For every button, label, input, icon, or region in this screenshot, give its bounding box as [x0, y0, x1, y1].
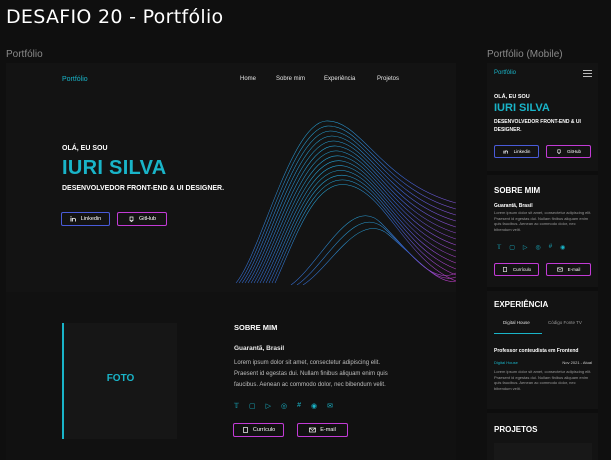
- linkedin-button-label: Linkedin: [80, 216, 102, 222]
- mobile-frame: Portfólio OLÁ, EU SOU IURI SILVA DESENVO…: [487, 63, 598, 460]
- hero-role: DESENVOLVEDOR FRONT-END & UI DESIGNER.: [62, 185, 225, 192]
- about-title: SOBRE MIM: [234, 323, 278, 332]
- globe-icon[interactable]: ◉: [560, 244, 565, 251]
- job-title: Professor conteudista em Frontend: [494, 348, 579, 354]
- mail-small-icon[interactable]: ✉: [327, 402, 333, 410]
- twitch-icon[interactable]: ▢: [509, 244, 515, 251]
- github-icon: [556, 149, 563, 155]
- mobile-github-button[interactable]: GitHub: [546, 145, 591, 158]
- mobile-social-links: 𝕋 ▢ ▷ ◎ # ◉: [497, 244, 565, 251]
- mail-icon: [557, 267, 564, 273]
- desktop-frame: Portfólio Home Sobre mim Experiência Pro…: [6, 63, 456, 460]
- youtube-icon[interactable]: ▷: [523, 244, 528, 251]
- mobile-hero-role: DESENVOLVEDOR FRONT-END & UI DESIGNER.: [494, 119, 581, 133]
- mobile-about-title: SOBRE MIM: [494, 186, 541, 195]
- mobile-linkedin-button[interactable]: Linkedin: [494, 145, 539, 158]
- active-tab-indicator: [494, 333, 542, 334]
- github-button[interactable]: GitHub: [117, 212, 167, 226]
- job-date: Nov 2021 - Atual: [562, 360, 592, 365]
- mobile-experience-title: EXPERIÊNCIA: [494, 300, 549, 309]
- photo-placeholder: FOTO: [62, 323, 177, 439]
- document-icon: [242, 427, 249, 433]
- github-button-label: GitHub: [138, 216, 157, 222]
- about-location: Guarantã, Brasil: [234, 345, 285, 352]
- mobile-hero-greeting: OLÁ, EU SOU: [494, 94, 530, 100]
- globe-icon[interactable]: ◉: [311, 402, 317, 410]
- discord-icon[interactable]: ◎: [281, 402, 287, 410]
- desktop-frame-label: Portfólio: [6, 49, 43, 60]
- mobile-nav-logo[interactable]: Portfólio: [494, 70, 516, 76]
- page-title: DESAFIO 20 - Portfólio: [6, 6, 224, 28]
- nav-link-experience[interactable]: Experiência: [324, 76, 355, 82]
- mobile-email-label: E-mail: [567, 267, 581, 272]
- tab-digital-house[interactable]: Digital House: [503, 320, 530, 325]
- twitter-icon[interactable]: 𝕋: [234, 402, 239, 410]
- youtube-icon[interactable]: ▷: [266, 402, 271, 410]
- github-icon: [128, 216, 135, 222]
- divider: [487, 171, 598, 175]
- nav-link-about[interactable]: Sobre mim: [276, 76, 305, 82]
- nav-link-projects[interactable]: Projetos: [377, 76, 399, 82]
- mail-icon: [309, 427, 317, 433]
- mobile-resume-label: Currículo: [512, 267, 532, 272]
- wave-graphic: [235, 120, 456, 285]
- menu-icon[interactable]: [583, 70, 592, 79]
- social-links: 𝕋 ▢ ▷ ◎ # ◉ ✉: [234, 402, 333, 410]
- project-card[interactable]: [494, 443, 592, 460]
- mobile-frame-label: Portfólio (Mobile): [487, 49, 563, 60]
- mobile-linkedin-label: Linkedin: [513, 149, 531, 154]
- email-button[interactable]: E-mail: [297, 423, 348, 437]
- twitter-icon[interactable]: 𝕋: [497, 244, 501, 251]
- mobile-hero-name: IURI SILVA: [494, 102, 550, 114]
- twitch-icon[interactable]: ▢: [249, 402, 256, 410]
- mobile-projects-title: PROJETOS: [494, 425, 538, 434]
- linkedin-icon: [503, 149, 510, 155]
- about-text: Lorem ipsum dolor sit amet, consectetur …: [234, 360, 388, 388]
- job-company: Digital House: [494, 360, 518, 365]
- dribbble-icon[interactable]: #: [297, 402, 301, 410]
- linkedin-button[interactable]: Linkedin: [61, 212, 110, 226]
- mobile-github-label: GitHub: [566, 149, 581, 154]
- resume-button-label: Currículo: [252, 427, 276, 433]
- photo-label: FOTO: [106, 373, 135, 384]
- discord-icon[interactable]: ◎: [536, 244, 541, 251]
- linkedin-icon: [70, 216, 77, 222]
- dribbble-icon[interactable]: #: [549, 244, 552, 251]
- job-description: Lorem ipsum dolor sit amet, consectetur …: [494, 369, 592, 391]
- hero-name: IURI SILVA: [62, 157, 167, 179]
- divider: [487, 409, 598, 413]
- resume-button[interactable]: Currículo: [233, 423, 284, 437]
- mobile-resume-button[interactable]: Currículo: [494, 263, 539, 276]
- hero-greeting: OLÁ, EU SOU: [62, 145, 108, 152]
- email-button-label: E-mail: [320, 427, 336, 433]
- mobile-email-button[interactable]: E-mail: [546, 263, 591, 276]
- mobile-about-text: Lorem ipsum dolor sit amet, consectetur …: [494, 210, 592, 232]
- document-icon: [502, 267, 509, 273]
- nav-logo[interactable]: Portfólio: [62, 76, 88, 83]
- tab-codigo-fonte-tv[interactable]: Código Fonte TV: [548, 320, 582, 325]
- nav-link-home[interactable]: Home: [240, 76, 256, 82]
- mobile-about-location: Guarantã, Brasil: [494, 203, 533, 209]
- divider: [487, 287, 598, 291]
